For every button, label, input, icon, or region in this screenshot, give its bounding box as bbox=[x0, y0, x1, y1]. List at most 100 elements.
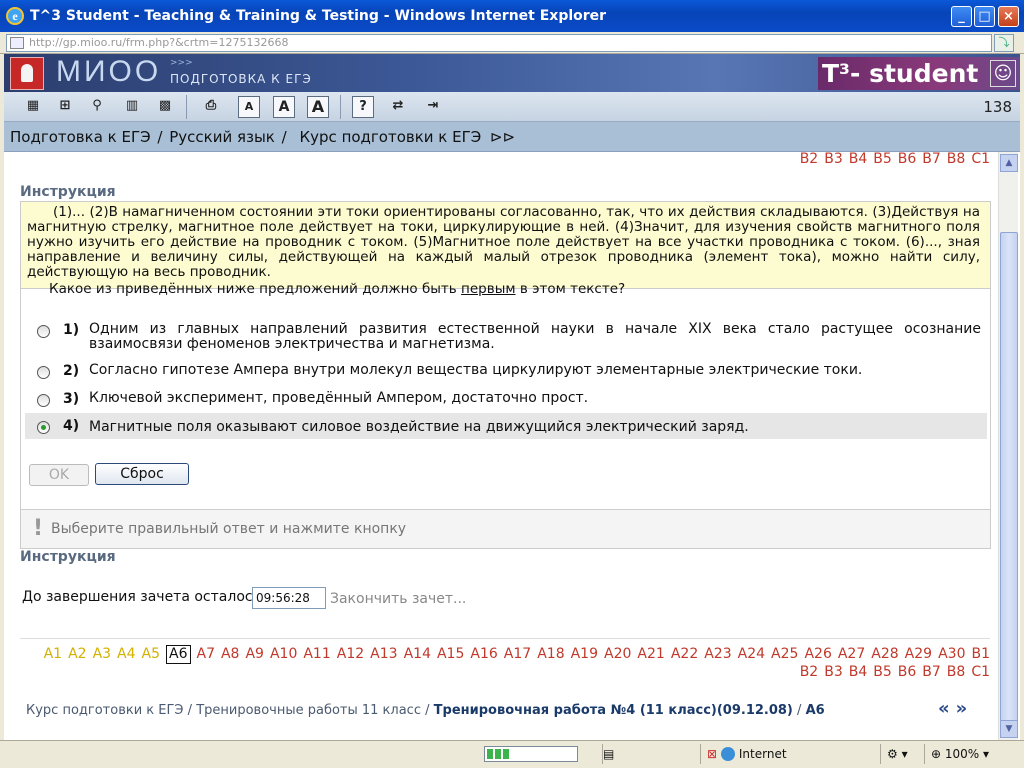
answer-radio[interactable] bbox=[37, 366, 50, 379]
exit-icon[interactable]: ⇥ bbox=[422, 96, 444, 118]
close-button[interactable]: × bbox=[998, 6, 1019, 27]
question-link[interactable]: B3 bbox=[824, 152, 843, 167]
answer-option[interactable]: 2) Согласно гипотезе Ампера внутри молек… bbox=[25, 363, 987, 381]
question-link[interactable]: A8 bbox=[221, 646, 239, 663]
question-link[interactable]: B7 bbox=[922, 152, 941, 167]
answer-option[interactable]: 1) Одним из главных направлений развития… bbox=[25, 322, 987, 354]
finish-test-link[interactable]: Закончить зачет... bbox=[330, 591, 466, 607]
question-link[interactable]: A9 bbox=[245, 646, 263, 663]
ie-logo-icon: e bbox=[6, 7, 24, 25]
question-link[interactable]: B2 bbox=[800, 152, 819, 167]
footer-path-item[interactable]: Тренировочные работы 11 класс bbox=[196, 703, 421, 718]
protected-mode-icon[interactable]: ⚙ ▾ bbox=[880, 744, 918, 764]
answer-radio-checked[interactable] bbox=[37, 421, 50, 434]
ok-button[interactable]: OK bbox=[29, 464, 89, 486]
answer-text: Одним из главных направлений развития ес… bbox=[89, 321, 981, 352]
checker-icon[interactable]: ▩ bbox=[154, 96, 176, 118]
question-link[interactable]: A28 bbox=[871, 646, 898, 663]
question-link[interactable]: A20 bbox=[604, 646, 631, 663]
question-link[interactable]: A18 bbox=[537, 646, 564, 663]
question-link[interactable]: B3 bbox=[824, 664, 843, 681]
question-link[interactable]: A15 bbox=[437, 646, 464, 663]
answer-option[interactable]: 3) Ключевой эксперимент, проведённый Амп… bbox=[25, 391, 987, 409]
security-zone[interactable]: ⊠ Internet bbox=[700, 744, 830, 764]
question-link[interactable]: B2 bbox=[800, 664, 819, 681]
question-link[interactable]: A23 bbox=[704, 646, 731, 663]
go-icon[interactable]: ⤵ bbox=[994, 34, 1014, 52]
next-page-button[interactable]: » bbox=[956, 698, 974, 719]
answer-radio[interactable] bbox=[37, 325, 50, 338]
address-bar: http://gp.mioo.ru/frm.php?&crtm=12751326… bbox=[0, 32, 1024, 54]
scroll-down-icon[interactable]: ▼ bbox=[1000, 720, 1018, 738]
question-link[interactable]: A21 bbox=[637, 646, 664, 663]
breadcrumb-item[interactable]: Курс подготовки к ЕГЭ bbox=[300, 128, 482, 146]
question-link[interactable]: A22 bbox=[671, 646, 698, 663]
question-link[interactable]: A7 bbox=[197, 646, 215, 663]
question-link[interactable]: C1 bbox=[971, 152, 990, 167]
question-link[interactable]: B1 bbox=[971, 646, 990, 663]
footer-path-item[interactable]: Тренировочная работа №4 (11 класс)(09.12… bbox=[434, 703, 793, 718]
scroll-up-icon[interactable]: ▲ bbox=[1000, 154, 1018, 172]
question-link[interactable]: B4 bbox=[849, 664, 868, 681]
question-link[interactable]: B8 bbox=[947, 664, 966, 681]
font-large-button[interactable]: A bbox=[307, 96, 329, 118]
question-link[interactable]: A12 bbox=[337, 646, 364, 663]
answer-radio[interactable] bbox=[37, 394, 50, 407]
question-link-done[interactable]: A2 bbox=[68, 646, 86, 663]
search-icon[interactable]: ⚲ bbox=[86, 96, 108, 118]
site-logo: МИОО bbox=[56, 55, 162, 88]
question-link[interactable]: B5 bbox=[873, 664, 892, 681]
breadcrumb-item[interactable]: Подготовка к ЕГЭ bbox=[10, 128, 151, 146]
help-button[interactable]: ? bbox=[352, 96, 374, 118]
question-link[interactable]: A26 bbox=[804, 646, 831, 663]
question-link-done[interactable]: A1 bbox=[44, 646, 62, 663]
question-link[interactable]: C1 bbox=[971, 664, 990, 681]
question-link[interactable]: B5 bbox=[873, 152, 892, 167]
question-link[interactable]: A17 bbox=[504, 646, 531, 663]
answer-text: Согласно гипотезе Ампера внутри молекул … bbox=[89, 362, 863, 378]
font-medium-button[interactable]: A bbox=[273, 96, 295, 118]
footer-path-item[interactable]: Курс подготовки к ЕГЭ bbox=[26, 703, 184, 718]
question-link[interactable]: A27 bbox=[838, 646, 865, 663]
question-link[interactable]: A25 bbox=[771, 646, 798, 663]
zoom-value: 100% bbox=[944, 747, 980, 761]
question-link[interactable]: B7 bbox=[922, 664, 941, 681]
tree-view-icon[interactable]: ⊞ bbox=[54, 96, 76, 118]
question-link[interactable]: B8 bbox=[947, 152, 966, 167]
question-link-done[interactable]: A4 bbox=[117, 646, 135, 663]
prev-page-button[interactable]: « bbox=[938, 698, 956, 719]
question-link[interactable]: A30 bbox=[938, 646, 965, 663]
reset-button[interactable]: Сброс bbox=[95, 463, 189, 485]
question-link-done[interactable]: A3 bbox=[93, 646, 111, 663]
grid-view-icon[interactable]: ▦ bbox=[22, 96, 44, 118]
vertical-scrollbar[interactable]: ▲ ▼ bbox=[998, 152, 1018, 740]
question-link[interactable]: B6 bbox=[898, 152, 917, 167]
url-field[interactable]: http://gp.mioo.ru/frm.php?&crtm=12751326… bbox=[6, 34, 992, 52]
maximize-button[interactable]: □ bbox=[974, 6, 995, 27]
zone-text: Internet bbox=[738, 747, 787, 761]
question-link[interactable]: A11 bbox=[303, 646, 330, 663]
question-link[interactable]: A16 bbox=[470, 646, 497, 663]
scroll-thumb[interactable] bbox=[1000, 232, 1018, 722]
question-link[interactable]: B6 bbox=[898, 664, 917, 681]
print-icon[interactable]: ⎙ bbox=[200, 96, 222, 118]
breadcrumb-item[interactable]: Русский язык bbox=[169, 128, 275, 146]
footer-path-current: A6 bbox=[805, 703, 825, 718]
breadcrumb-separator: / bbox=[281, 128, 287, 146]
question-link[interactable]: A24 bbox=[738, 646, 765, 663]
zoom-control[interactable]: ⊕ 100% ▾ bbox=[924, 744, 1014, 764]
question-link[interactable]: A14 bbox=[404, 646, 431, 663]
question-link[interactable]: A10 bbox=[270, 646, 297, 663]
question-link[interactable]: A29 bbox=[905, 646, 932, 663]
exclamation-icon: ! bbox=[33, 516, 44, 541]
question-link[interactable]: B4 bbox=[849, 152, 868, 167]
minimize-button[interactable]: _ bbox=[951, 6, 972, 27]
question-link-done[interactable]: A5 bbox=[142, 646, 160, 663]
swap-icon[interactable]: ⇄ bbox=[387, 96, 409, 118]
font-small-button[interactable]: A bbox=[238, 96, 260, 118]
answer-option-selected[interactable]: 4) Магнитные поля оказывают силовое возд… bbox=[25, 413, 987, 439]
book-icon[interactable]: ▥ bbox=[121, 96, 143, 118]
question-link[interactable]: A13 bbox=[370, 646, 397, 663]
question-link[interactable]: A19 bbox=[571, 646, 598, 663]
forward-arrow-icon[interactable]: ⊳⊳ bbox=[490, 128, 515, 146]
